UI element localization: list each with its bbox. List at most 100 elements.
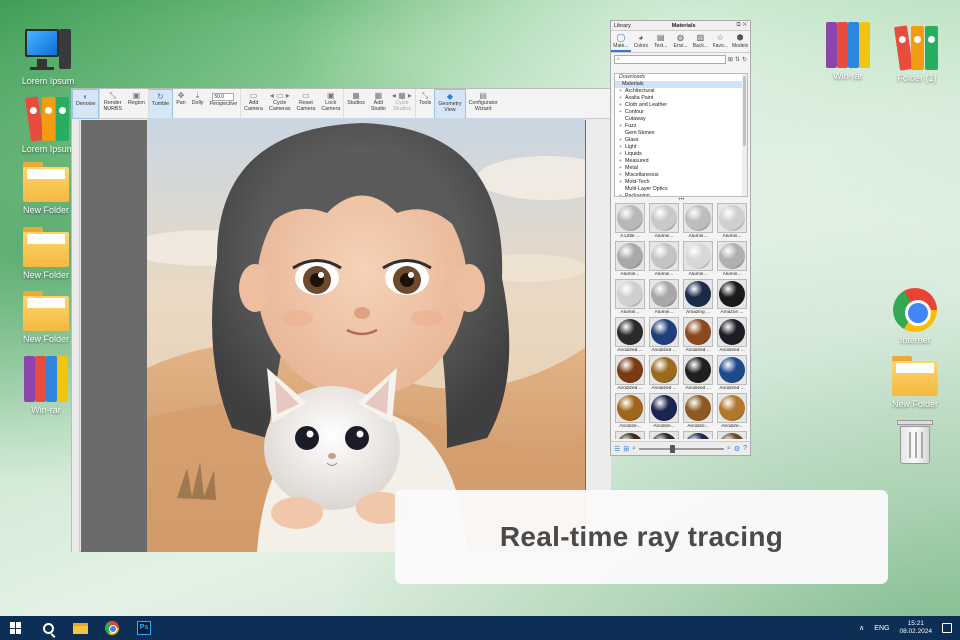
desktop-icon-recycle-bin[interactable] (885, 420, 945, 464)
zoom-in-icon[interactable]: ⌕ (727, 445, 731, 453)
expand-icon[interactable]: + (619, 151, 622, 158)
geometry-view-button[interactable]: ◆ Geometry View (434, 89, 466, 119)
perspective-input[interactable]: 50.0 (212, 93, 235, 101)
zoom-out-icon[interactable]: ⌕ (632, 445, 636, 453)
expand-icon[interactable]: + (619, 137, 622, 144)
material-swatch[interactable]: Alumin... (716, 203, 748, 241)
library-search-input[interactable]: ⌕ (614, 54, 726, 64)
material-swatch[interactable]: Anodized ... (614, 355, 646, 393)
expand-icon[interactable]: + (619, 165, 622, 172)
material-swatch[interactable]: Amazing ... (682, 279, 714, 317)
cycle-studios-button[interactable]: ◂ ▦ ▸ Cycle Studios (389, 89, 415, 119)
desktop-icon-lorem-ipsum-binders[interactable]: Lorem Ipsum (18, 95, 78, 154)
tree-item[interactable]: + Cloth and Leather (615, 102, 747, 109)
expand-icon[interactable]: + (619, 123, 622, 130)
expand-icon[interactable]: + (619, 95, 622, 102)
tab-favorites[interactable]: ☆ Favo... (710, 31, 730, 52)
add-camera-button[interactable]: ▭ Add Camera (240, 89, 266, 119)
tree-scrollbar[interactable] (742, 74, 747, 196)
pan-button[interactable]: ✥ Pan (173, 89, 188, 119)
tree-item[interactable]: + Axalta Paint (615, 95, 747, 102)
tab-environments[interactable]: ◍ Envi... (671, 31, 691, 52)
studios-button[interactable]: ▦ Studios (343, 89, 368, 119)
denoise-button[interactable]: ◐ Denoise (72, 89, 100, 119)
expand-icon[interactable]: + (619, 88, 622, 95)
help-icon[interactable]: ? (743, 445, 747, 452)
material-swatch[interactable] (614, 431, 646, 439)
tree-item[interactable]: + Miscellaneous (615, 172, 747, 179)
material-swatch[interactable]: Anodized ... (648, 355, 680, 393)
tab-colors[interactable]: ◕ Colors (631, 31, 651, 52)
material-swatch[interactable]: Anodized ... (682, 355, 714, 393)
material-swatch[interactable]: Alumin... (682, 241, 714, 279)
taskbar-photoshop[interactable]: Ps (128, 616, 160, 640)
material-swatch[interactable] (682, 431, 714, 439)
material-swatch[interactable]: Amazon ... (716, 279, 748, 317)
tree-item[interactable]: + Contour (615, 109, 747, 116)
thumbnail-size-slider[interactable] (639, 444, 724, 453)
start-button[interactable] (0, 616, 32, 640)
render-nurbs-button[interactable]: ⤡ Render NURBS (99, 89, 125, 119)
cycle-cameras-button[interactable]: ◂ ▭ ▸ Cycle Cameras (266, 89, 294, 119)
tools-button[interactable]: ⤡ Tools (414, 89, 434, 119)
chevron-up-icon[interactable]: ∧ (859, 624, 864, 632)
expand-icon[interactable]: + (619, 179, 622, 186)
tree-item[interactable]: + Mold-Tech (615, 179, 747, 186)
tree-item[interactable]: + Glass (615, 137, 747, 144)
region-button[interactable]: ▣ Region (125, 89, 148, 119)
material-swatch[interactable]: Alumin... (648, 279, 680, 317)
desktop-icon-folder-1[interactable]: Folder (1) (887, 24, 947, 83)
material-swatch[interactable]: Alumin... (648, 203, 680, 241)
tree-item[interactable]: Downloads (615, 74, 747, 81)
material-swatch[interactable]: Alumin... (682, 203, 714, 241)
tree-item[interactable]: + Light (615, 144, 747, 151)
material-swatch[interactable]: Anodize... (614, 393, 646, 431)
material-swatch[interactable]: Anodized ... (614, 317, 646, 355)
add-studio-button[interactable]: ▦ Add Studio (368, 89, 389, 119)
grid-view-icon[interactable]: ⊞ (623, 445, 629, 453)
taskbar-search-button[interactable] (32, 616, 64, 640)
perspective-control[interactable]: 50.0 Perspective (206, 89, 240, 119)
material-swatch[interactable] (648, 431, 680, 439)
desktop-icon-new-folder-right[interactable]: New Folder (885, 356, 945, 409)
tree-item[interactable]: + Measured (615, 158, 747, 165)
material-swatch[interactable]: Alumin... (614, 279, 646, 317)
expand-icon[interactable]: + (619, 144, 622, 151)
tree-item[interactable]: Cutaway (615, 116, 747, 123)
panel-controls[interactable]: ⧉ ✕ (736, 22, 747, 29)
material-swatch[interactable]: Anodize... (716, 393, 748, 431)
tree-item[interactable]: + Fuzz (615, 123, 747, 130)
material-swatch[interactable]: Anodized ... (716, 355, 748, 393)
list-view-icon[interactable]: ☰ (614, 445, 620, 453)
desktop-icon-winrar[interactable]: Win-rar (16, 356, 76, 415)
refresh-icon[interactable]: ↻ (742, 56, 747, 63)
taskbar-chrome[interactable] (96, 616, 128, 640)
material-swatch[interactable]: Alumin... (614, 241, 646, 279)
desktop-icon-new-folder-3[interactable]: New Folder (16, 291, 76, 344)
material-swatch[interactable]: Anodize... (648, 393, 680, 431)
tree-item[interactable]: Gem Stones (615, 130, 747, 137)
desktop-icon-lorem-ipsum-pc[interactable]: Lorem Ipsum (18, 27, 78, 86)
tree-item[interactable]: Materials (615, 81, 747, 88)
notifications-icon[interactable] (942, 623, 952, 633)
expand-icon[interactable]: + (619, 193, 622, 196)
reset-camera-button[interactable]: ▭ Reset Camera (294, 89, 319, 119)
expand-icon[interactable]: + (619, 102, 622, 109)
expand-icon[interactable]: + (619, 172, 622, 179)
material-swatch[interactable]: A Little ... (614, 203, 646, 241)
material-swatch[interactable] (716, 431, 748, 439)
tree-item[interactable]: + Liquids (615, 151, 747, 158)
desktop-icon-winrar-right[interactable]: Win-rar (818, 22, 878, 81)
expand-icon[interactable]: + (619, 109, 622, 116)
sort-icon[interactable]: ⇅ (735, 56, 740, 63)
material-swatch[interactable]: Alumin... (716, 241, 748, 279)
tab-textures[interactable]: ▤ Text... (651, 31, 671, 52)
tab-materials[interactable]: ◯ Mate... (611, 31, 631, 52)
language-indicator[interactable]: ENG (874, 625, 889, 632)
taskbar-file-explorer[interactable] (64, 616, 96, 640)
desktop-icon-new-folder-1[interactable]: New Folder (16, 162, 76, 215)
tab-backplates[interactable]: ▨ Back... (690, 31, 710, 52)
tree-item[interactable]: + Architectural (615, 88, 747, 95)
clock[interactable]: 15:21 08.02.2024 (899, 620, 932, 636)
view-options-icon[interactable]: ⊞ (728, 56, 733, 63)
